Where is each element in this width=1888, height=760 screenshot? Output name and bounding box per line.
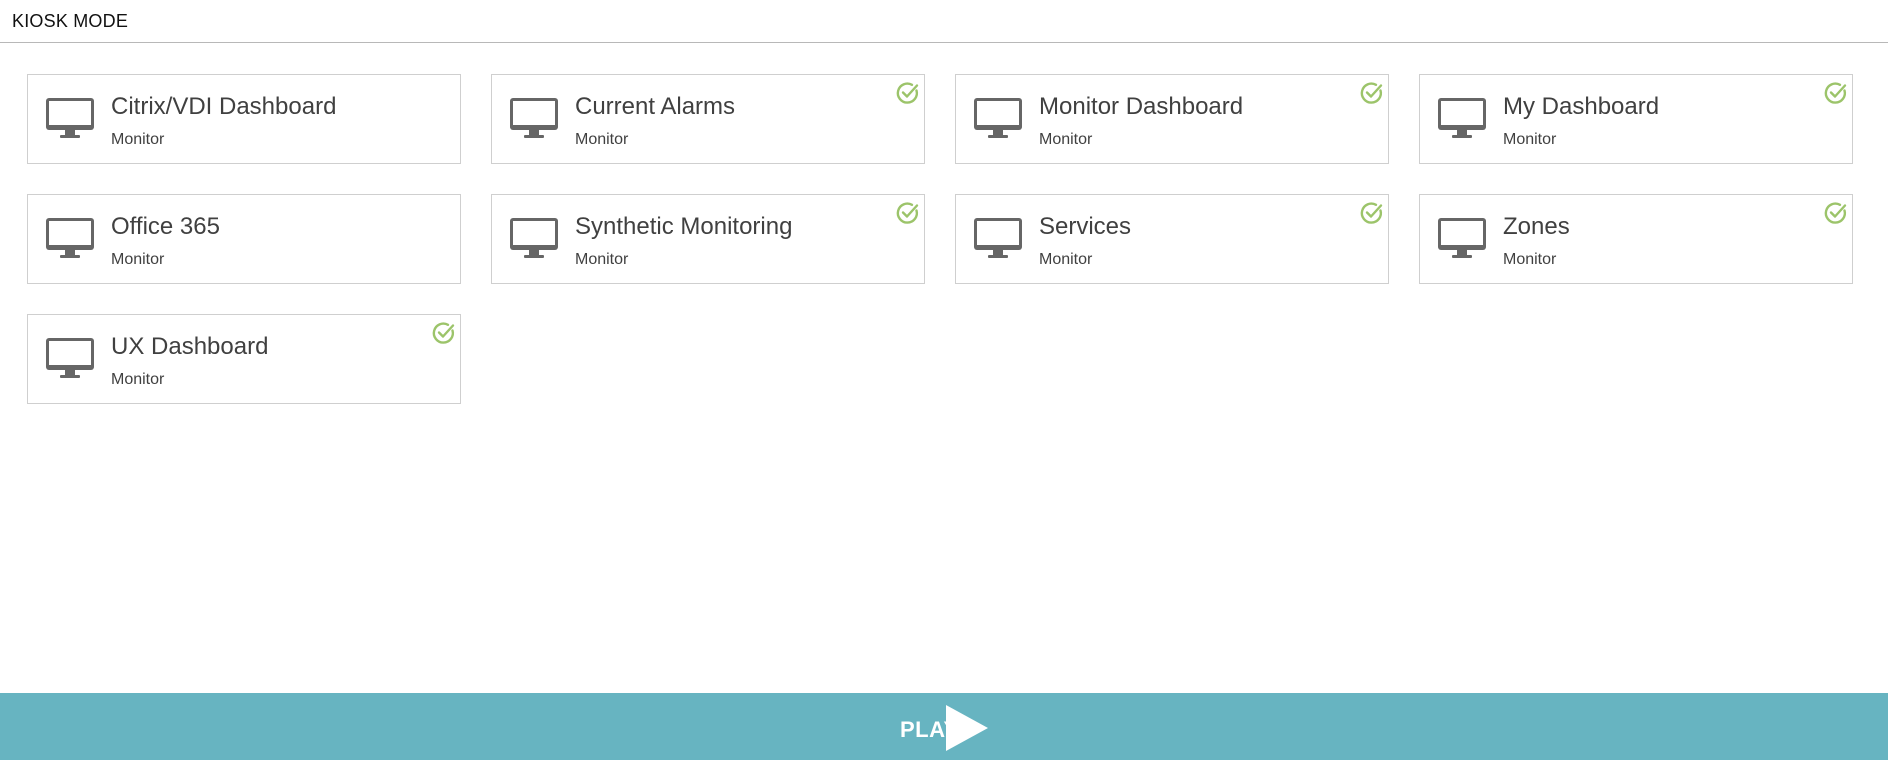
card-subtitle: Monitor bbox=[1039, 131, 1093, 148]
check-circle-icon[interactable] bbox=[1823, 80, 1849, 106]
card-subtitle: Monitor bbox=[111, 251, 165, 268]
monitor-icon bbox=[974, 218, 1022, 258]
monitor-icon bbox=[46, 218, 94, 258]
footer-bar: PLAY bbox=[0, 693, 1888, 760]
card-title: UX Dashboard bbox=[111, 333, 269, 360]
play-label: PLAY bbox=[900, 717, 959, 742]
dashboard-card-monitor-dashboard[interactable]: Monitor Dashboard Monitor bbox=[955, 74, 1389, 164]
page-title: KIOSK MODE bbox=[12, 11, 129, 31]
card-title: Current Alarms bbox=[575, 93, 736, 120]
monitor-icon bbox=[1438, 98, 1486, 138]
card-title: Services bbox=[1039, 213, 1132, 240]
card-title: Office 365 bbox=[111, 213, 220, 240]
check-circle-icon[interactable] bbox=[1823, 200, 1849, 226]
check-circle-icon[interactable] bbox=[1359, 200, 1385, 226]
check-circle-icon[interactable] bbox=[895, 200, 921, 226]
dashboard-card-synthetic-monitoring[interactable]: Synthetic Monitoring Monitor bbox=[491, 194, 925, 284]
check-circle-icon[interactable] bbox=[431, 320, 457, 346]
monitor-icon bbox=[46, 98, 94, 138]
check-circle-icon[interactable] bbox=[1359, 80, 1385, 106]
card-subtitle: Monitor bbox=[1503, 251, 1557, 268]
dashboard-card-zones[interactable]: Zones Monitor bbox=[1419, 194, 1853, 284]
card-title: Zones bbox=[1503, 213, 1570, 240]
check-circle-icon[interactable] bbox=[895, 80, 921, 106]
card-subtitle: Monitor bbox=[575, 131, 629, 148]
card-subtitle: Monitor bbox=[1503, 131, 1557, 148]
monitor-icon bbox=[1438, 218, 1486, 258]
monitor-icon bbox=[46, 338, 94, 378]
card-title: Monitor Dashboard bbox=[1039, 93, 1244, 120]
dashboard-card-current-alarms[interactable]: Current Alarms Monitor bbox=[491, 74, 925, 164]
card-subtitle: Monitor bbox=[111, 371, 165, 388]
monitor-icon bbox=[974, 98, 1022, 138]
card-subtitle: Monitor bbox=[575, 251, 629, 268]
dashboard-card-citrix-vdi[interactable]: Citrix/VDI Dashboard Monitor bbox=[27, 74, 461, 164]
dashboard-card-office-365[interactable]: Office 365 Monitor bbox=[27, 194, 461, 284]
card-title: My Dashboard bbox=[1503, 93, 1660, 120]
card-subtitle: Monitor bbox=[1039, 251, 1093, 268]
card-title: Synthetic Monitoring bbox=[575, 213, 793, 240]
monitor-icon bbox=[510, 218, 558, 258]
dashboard-card-services[interactable]: Services Monitor bbox=[955, 194, 1389, 284]
header: KIOSK MODE bbox=[0, 0, 1888, 43]
dashboard-card-my-dashboard[interactable]: My Dashboard Monitor bbox=[1419, 74, 1853, 164]
card-subtitle: Monitor bbox=[111, 131, 165, 148]
card-title: Citrix/VDI Dashboard bbox=[111, 93, 337, 120]
dashboard-card-ux-dashboard[interactable]: UX Dashboard Monitor bbox=[27, 314, 461, 404]
monitor-icon bbox=[510, 98, 558, 138]
play-button[interactable]: PLAY bbox=[900, 703, 992, 753]
dashboard-grid: Citrix/VDI Dashboard Monitor Current Ala… bbox=[27, 74, 1855, 404]
